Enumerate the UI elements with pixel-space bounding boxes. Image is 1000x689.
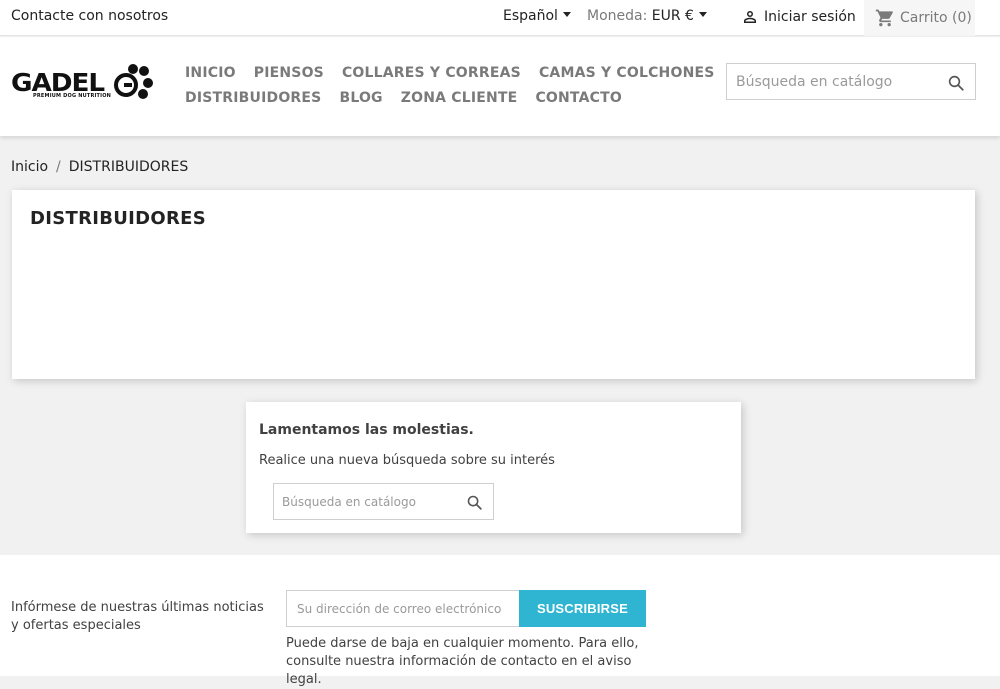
page-title: DISTRIBUIDORES: [30, 208, 207, 229]
currency-selector[interactable]: Moneda: EUR €: [587, 8, 707, 24]
search-icon[interactable]: [947, 74, 965, 92]
breadcrumb: Inicio / DISTRIBUIDORES: [11, 159, 188, 175]
breadcrumb-home[interactable]: Inicio: [11, 159, 48, 175]
nav-item-distribuidores[interactable]: DISTRIBUIDORES: [185, 90, 321, 115]
caret-down-icon: [562, 12, 571, 17]
language-selector[interactable]: Español: [503, 8, 571, 24]
header-search-input[interactable]: [727, 73, 975, 90]
not-found-box: Lamentamos las molestias. Realice una nu…: [246, 402, 741, 533]
paw-icon: [114, 64, 153, 99]
newsletter-info: Infórmese de nuestras últimas noticias y…: [11, 600, 264, 633]
not-found-search: [273, 483, 494, 520]
breadcrumb-separator: /: [56, 159, 61, 175]
newsletter-email-input[interactable]: [287, 591, 519, 626]
cart-button[interactable]: Carrito (0): [864, 0, 975, 36]
newsletter-legal: Puede darse de baja en cualquier momento…: [286, 636, 639, 687]
not-found-search-input[interactable]: [274, 484, 454, 519]
nav-row-2: DISTRIBUIDORES BLOG ZONA CLIENTE CONTACT…: [185, 90, 685, 115]
main-nav: INICIO PIENSOS COLLARES Y CORREAS CAMAS …: [185, 65, 714, 115]
language-label: Español: [503, 8, 558, 24]
nav-item-piensos[interactable]: PIENSOS: [254, 65, 324, 90]
newsletter-footer: Infórmese de nuestras últimas noticias y…: [0, 555, 1000, 687]
person-icon: [744, 11, 756, 23]
logo-tagline: PREMIUM DOG NUTRITION: [33, 93, 112, 99]
main-header: GADEL PREMIUM DOG NUTRITION INICIO PIENS…: [0, 37, 1000, 136]
caret-down-icon: [698, 12, 707, 17]
header-search: [726, 63, 976, 100]
nav-row-1: INICIO PIENSOS COLLARES Y CORREAS CAMAS …: [185, 65, 714, 90]
signin-label: Iniciar sesión: [764, 9, 856, 25]
nav-item-blog[interactable]: BLOG: [339, 90, 382, 115]
contact-link[interactable]: Contacte con nosotros: [11, 8, 168, 24]
breadcrumb-current: DISTRIBUIDORES: [68, 159, 189, 175]
nav-item-zona-cliente[interactable]: ZONA CLIENTE: [401, 90, 518, 115]
page-content-card: DISTRIBUIDORES: [12, 190, 975, 379]
cart-icon: [875, 9, 893, 27]
cart-label: Carrito (0): [900, 10, 972, 26]
nav-item-contacto[interactable]: CONTACTO: [535, 90, 622, 115]
newsletter-email-field: [286, 590, 520, 627]
nav-item-inicio[interactable]: INICIO: [185, 65, 236, 90]
top-utility-bar: Contacte con nosotros Español Moneda: EU…: [0, 0, 1000, 36]
subscribe-button[interactable]: SUSCRIBIRSE: [519, 590, 646, 627]
not-found-subtitle: Realice una nueva búsqueda sobre su inte…: [259, 453, 555, 468]
currency-value: EUR €: [651, 8, 694, 24]
signin-link[interactable]: Iniciar sesión: [741, 8, 856, 26]
gadel-logo[interactable]: GADEL PREMIUM DOG NUTRITION: [11, 62, 153, 104]
currency-label: Moneda:: [587, 8, 648, 24]
nav-item-collares[interactable]: COLLARES Y CORREAS: [342, 65, 521, 90]
not-found-title: Lamentamos las molestias.: [259, 422, 474, 438]
search-icon[interactable]: [466, 494, 483, 511]
nav-item-camas[interactable]: CAMAS Y COLCHONES: [539, 65, 715, 90]
